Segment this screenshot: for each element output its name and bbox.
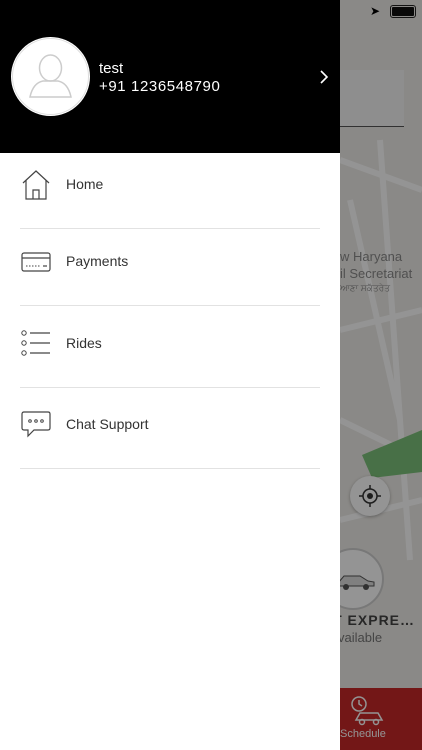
user-name: test <box>99 60 124 77</box>
menu-item-chat-support[interactable]: Chat Support <box>20 388 320 469</box>
credit-card-icon <box>21 252 51 272</box>
home-icon <box>22 170 50 200</box>
chevron-right-icon[interactable] <box>316 68 332 86</box>
list-icon <box>21 330 50 356</box>
menu-item-home[interactable]: Home <box>20 148 320 229</box>
menu-item-label: Rides <box>66 335 102 351</box>
chat-bubble-icon <box>21 411 51 438</box>
profile-header[interactable]: test +91 1236548790 <box>0 0 340 153</box>
avatar[interactable] <box>11 37 90 116</box>
side-drawer: test +91 1236548790 Home Payments Rides … <box>0 0 340 750</box>
user-placeholder-icon <box>12 38 89 115</box>
menu-item-label: Payments <box>66 253 129 269</box>
menu-item-label: Home <box>66 176 104 192</box>
user-phone: +91 1236548790 <box>99 78 221 95</box>
menu-item-label: Chat Support <box>66 416 149 432</box>
menu-item-payments[interactable]: Payments <box>20 225 320 306</box>
menu-item-rides[interactable]: Rides <box>20 307 320 388</box>
